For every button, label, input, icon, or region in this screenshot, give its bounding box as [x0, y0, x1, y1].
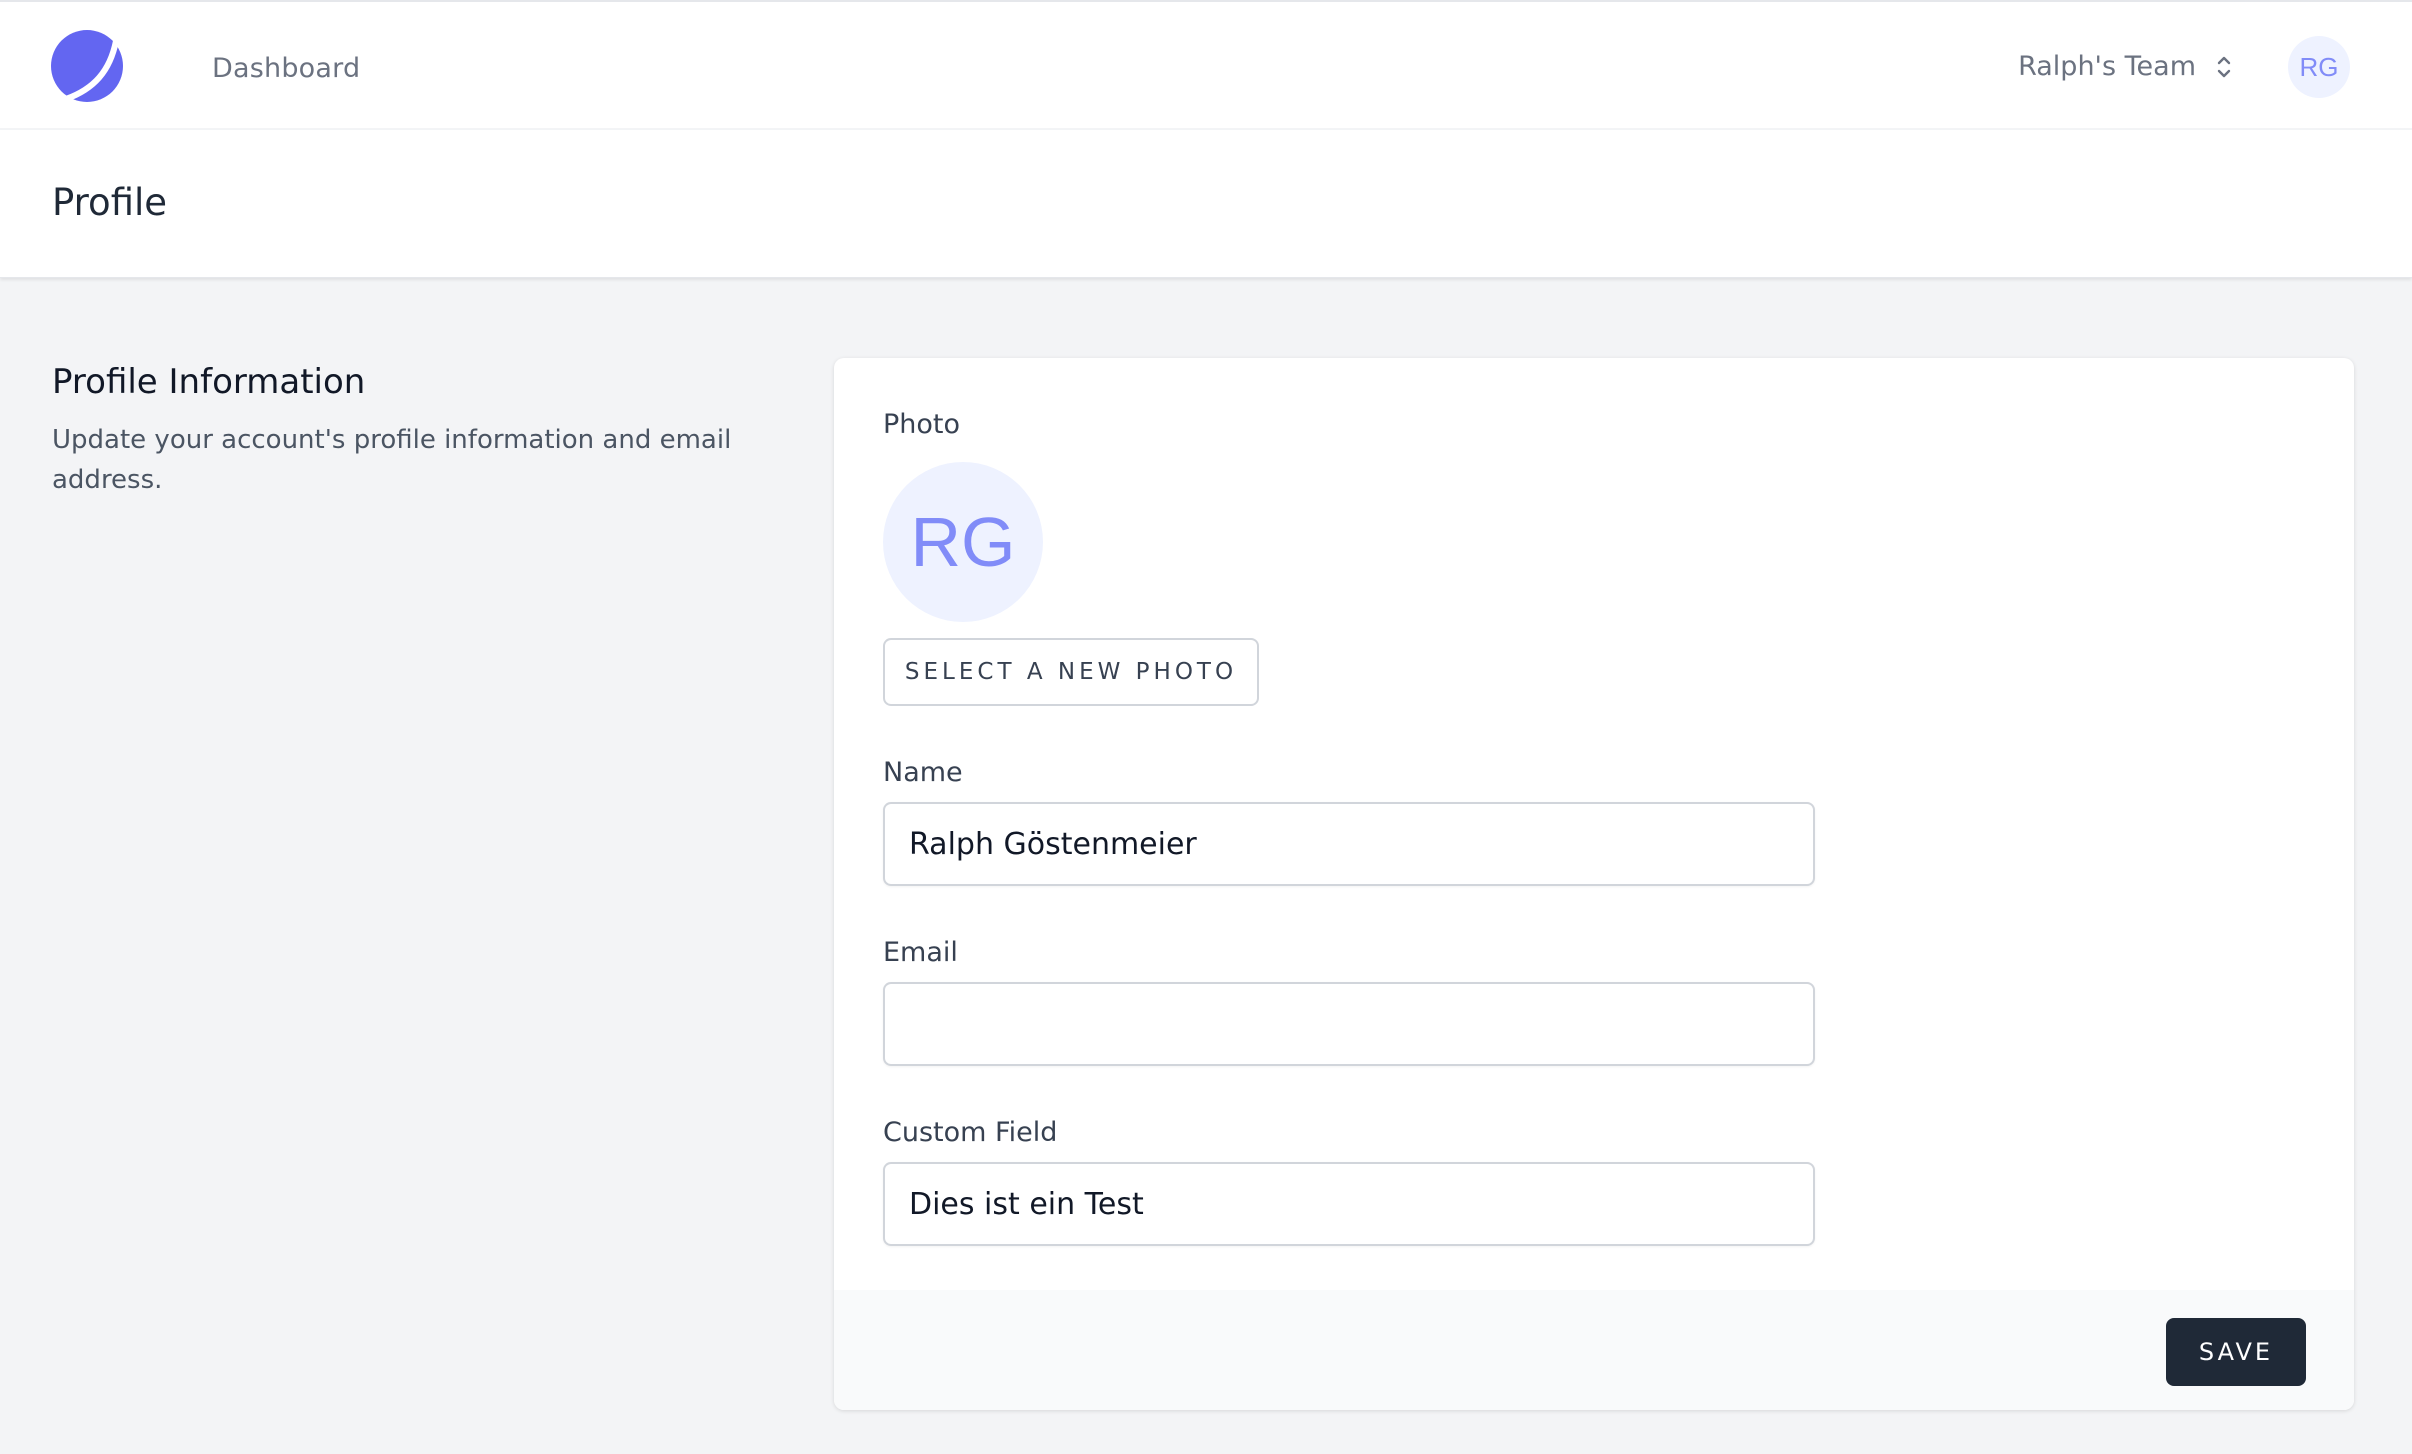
page-title: Profile: [52, 181, 168, 224]
top-navigation-bar: Dashboard Ralph's Team RG: [0, 0, 2412, 130]
custom-field-input[interactable]: [883, 1162, 1815, 1246]
section-title: Profile Information: [52, 362, 366, 402]
form-actions-footer: SAVE: [834, 1290, 2354, 1410]
email-input[interactable]: [883, 982, 1815, 1066]
profile-photo-avatar: RG: [883, 462, 1043, 622]
profile-form-card: Photo RG SELECT A NEW PHOTO Name Email C…: [834, 358, 2354, 1410]
user-avatar[interactable]: RG: [2288, 36, 2350, 98]
save-button[interactable]: SAVE: [2166, 1318, 2306, 1386]
nav-link-dashboard[interactable]: Dashboard: [212, 52, 360, 86]
email-label: Email: [883, 937, 958, 968]
select-new-photo-button[interactable]: SELECT A NEW PHOTO: [883, 638, 1259, 706]
photo-label: Photo: [883, 409, 961, 440]
section-description: Update your account's profile informatio…: [52, 425, 732, 495]
team-name: Ralph's Team: [2018, 51, 2196, 82]
page-header: Profile: [0, 130, 2412, 278]
team-switcher[interactable]: Ralph's Team: [2018, 50, 2232, 84]
selector-icon: [2216, 54, 2232, 80]
app-logo-icon[interactable]: [50, 29, 124, 103]
name-input[interactable]: [883, 802, 1815, 886]
name-label: Name: [883, 757, 963, 788]
custom-field-label: Custom Field: [883, 1117, 1058, 1148]
